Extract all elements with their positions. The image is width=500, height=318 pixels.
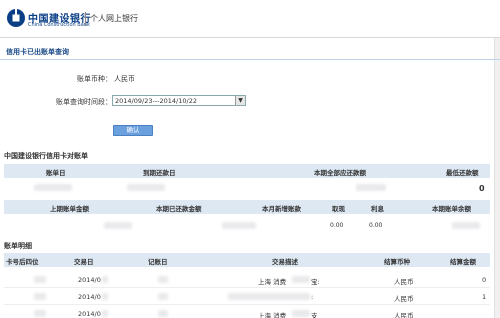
redacted-value <box>356 184 386 191</box>
redacted-value <box>34 310 46 317</box>
page-scrollbar[interactable] <box>494 38 500 318</box>
details-title: 账单明细 <box>4 242 32 250</box>
redacted-value <box>222 222 256 229</box>
row-divider <box>4 304 490 305</box>
confirm-button[interactable]: 确认 <box>113 125 153 136</box>
page-title: 信用卡已出账单查询 <box>6 48 69 56</box>
col-due-date: 到期还款日 <box>143 169 176 177</box>
min-due-value: 0 <box>479 184 485 193</box>
col-min-due: 最低还款额 <box>446 169 479 177</box>
ccb-logo-icon <box>7 9 25 27</box>
col-description: 交易描述 <box>272 258 298 266</box>
row-divider <box>4 287 490 288</box>
trans-desc-suffix: : <box>311 293 314 301</box>
redacted-value <box>34 184 72 191</box>
trans-desc: 上海 消费 <box>258 278 287 286</box>
chevron-down-icon[interactable]: ▼ <box>235 96 245 105</box>
site-name: 个人网上银行 <box>90 14 138 23</box>
cash-value: 0.00 <box>330 222 344 229</box>
redacted-value <box>104 222 132 229</box>
statement-title: 中国建设银行信用卡对账单 <box>4 152 88 160</box>
redacted-value <box>292 276 310 283</box>
col-total-due: 本期全部应还款额 <box>314 169 366 177</box>
settle-currency: 人民币 <box>394 312 414 318</box>
col-settle-currency: 结算币种 <box>384 258 410 266</box>
trans-date: 2014/0 <box>78 276 101 284</box>
col-settle-amount: 结算金额 <box>450 258 476 266</box>
col-cash: 取现 <box>332 205 345 213</box>
redacted-value <box>102 293 108 300</box>
settle-amount: 0 <box>482 276 487 284</box>
col-interest: 利息 <box>371 205 384 213</box>
redacted-value <box>158 276 168 283</box>
period-select[interactable]: 2014/09/23---2014/10/22 ▼ <box>112 95 246 106</box>
settle-currency: 人民币 <box>394 295 414 303</box>
col-post-date: 记账日 <box>148 258 168 266</box>
period-select-value: 2014/09/23---2014/10/22 <box>115 97 197 105</box>
col-paid-amount: 本期已还款金额 <box>156 205 202 213</box>
redacted-value <box>34 293 46 300</box>
redacted-value <box>102 310 108 317</box>
currency-value: 人民币 <box>114 75 135 83</box>
top-header: 中国建设银行 China Construction Bank 个人网上银行 <box>0 0 500 38</box>
settle-amount: 1 <box>482 293 487 301</box>
trans-desc-suffix: 宝: <box>311 278 320 286</box>
redacted-value <box>228 293 310 300</box>
col-card-last4: 卡号后四位 <box>6 258 39 266</box>
col-trans-date: 交易日 <box>74 258 94 266</box>
trans-desc-suffix: 支 <box>311 312 318 318</box>
bank-name-en: China Construction Bank <box>28 22 90 28</box>
redacted-value <box>158 293 168 300</box>
redacted-value <box>127 184 165 191</box>
redacted-value <box>452 222 480 229</box>
col-current-balance: 本期账单余额 <box>432 205 471 213</box>
title-divider <box>0 59 500 60</box>
col-new-charges: 本月新增账款 <box>262 205 301 213</box>
trans-desc: 上海 消费 <box>258 312 287 318</box>
redacted-value <box>292 310 310 317</box>
redacted-value <box>158 310 168 317</box>
interest-value: 0.00 <box>369 222 383 229</box>
currency-label: 账单币种： <box>77 75 112 83</box>
redacted-value <box>102 276 108 283</box>
trans-date: 2014/0 <box>78 293 101 301</box>
header-divider <box>85 12 86 26</box>
trans-date: 2014/0 <box>78 310 101 318</box>
col-prev-balance: 上期账单金额 <box>50 205 89 213</box>
statement-header-row-1 <box>4 164 490 178</box>
period-label: 账单查询时间段： <box>56 98 112 106</box>
settle-currency: 人民币 <box>394 278 414 286</box>
col-statement-date: 账单日 <box>46 169 66 177</box>
redacted-value <box>34 276 46 283</box>
